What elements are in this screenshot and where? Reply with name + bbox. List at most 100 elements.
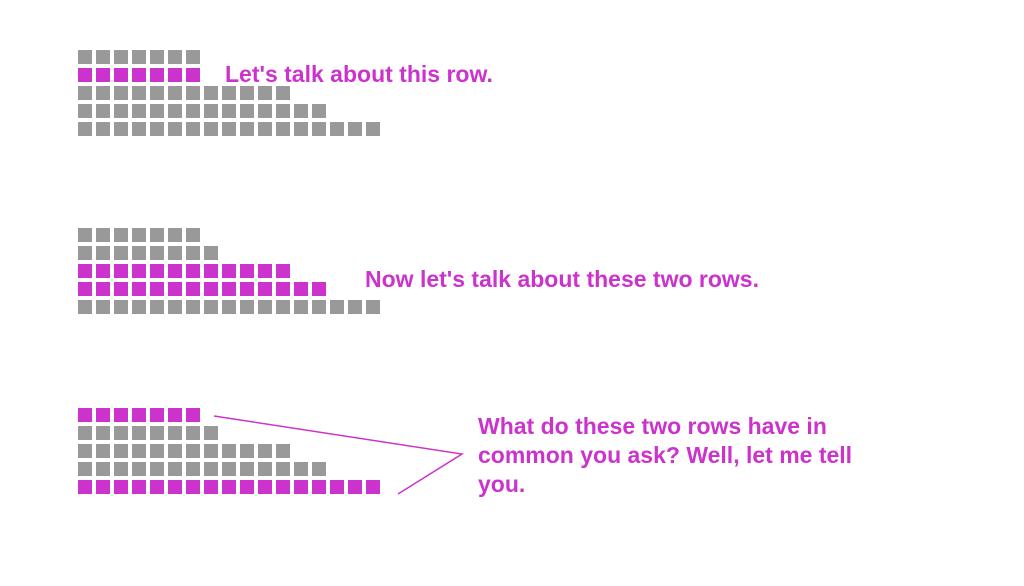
square-highlighted [276,282,290,296]
square [366,300,380,314]
square [294,300,308,314]
square [150,122,164,136]
square-highlighted [222,264,236,278]
square [168,86,182,100]
square-highlighted [276,480,290,494]
square-highlighted [114,264,128,278]
square-row [78,426,380,440]
caption-1: Let's talk about this row. [225,60,725,89]
square-highlighted [366,480,380,494]
square [114,104,128,118]
square-highlighted [294,480,308,494]
square [222,122,236,136]
square-highlighted [114,480,128,494]
square-highlighted [96,480,110,494]
square [204,426,218,440]
square [132,104,146,118]
square-row [78,122,380,136]
caption-2: Now let's talk about these two rows. [365,265,965,294]
square [204,462,218,476]
square [132,86,146,100]
square [240,104,254,118]
square [168,462,182,476]
square [114,228,128,242]
square [204,122,218,136]
square [168,300,182,314]
square [78,122,92,136]
square-highlighted [78,408,92,422]
square-highlighted [168,282,182,296]
square [258,104,272,118]
square [276,104,290,118]
square [294,104,308,118]
square-highlighted [204,264,218,278]
square [168,122,182,136]
square-highlighted [168,68,182,82]
square [186,426,200,440]
square [96,228,110,242]
square [96,300,110,314]
square-highlighted [258,480,272,494]
square [114,246,128,260]
square [150,104,164,118]
square [186,104,200,118]
square [276,300,290,314]
square-highlighted [258,264,272,278]
square-highlighted [96,408,110,422]
square [168,104,182,118]
square-row [78,444,380,458]
square [186,462,200,476]
square-row [78,300,380,314]
square [258,122,272,136]
square-highlighted [222,282,236,296]
square [150,300,164,314]
square [150,426,164,440]
square-highlighted [150,282,164,296]
square [96,246,110,260]
square-group-3 [78,408,380,498]
square [132,444,146,458]
square-highlighted [132,480,146,494]
square [366,122,380,136]
square [78,426,92,440]
square [204,300,218,314]
square-highlighted [150,264,164,278]
square [150,228,164,242]
square [96,86,110,100]
square [114,122,128,136]
square [114,462,128,476]
square [186,122,200,136]
square [276,122,290,136]
square [168,50,182,64]
square-row [78,104,380,118]
square-highlighted [186,408,200,422]
square-highlighted [114,68,128,82]
square-highlighted [78,68,92,82]
square [312,104,326,118]
square-highlighted [96,282,110,296]
square [330,300,344,314]
square [150,462,164,476]
square [276,462,290,476]
square-highlighted [168,480,182,494]
square [150,86,164,100]
square [114,444,128,458]
square [132,228,146,242]
square [78,228,92,242]
square [222,444,236,458]
square-highlighted [78,264,92,278]
square [114,426,128,440]
square [312,300,326,314]
square-group-2 [78,228,380,318]
square-highlighted [294,282,308,296]
square [348,122,362,136]
square [240,462,254,476]
square-row [78,462,380,476]
square [132,50,146,64]
square-highlighted [312,282,326,296]
square-highlighted [150,68,164,82]
square [186,444,200,458]
square [186,300,200,314]
square [222,462,236,476]
square-highlighted [132,408,146,422]
